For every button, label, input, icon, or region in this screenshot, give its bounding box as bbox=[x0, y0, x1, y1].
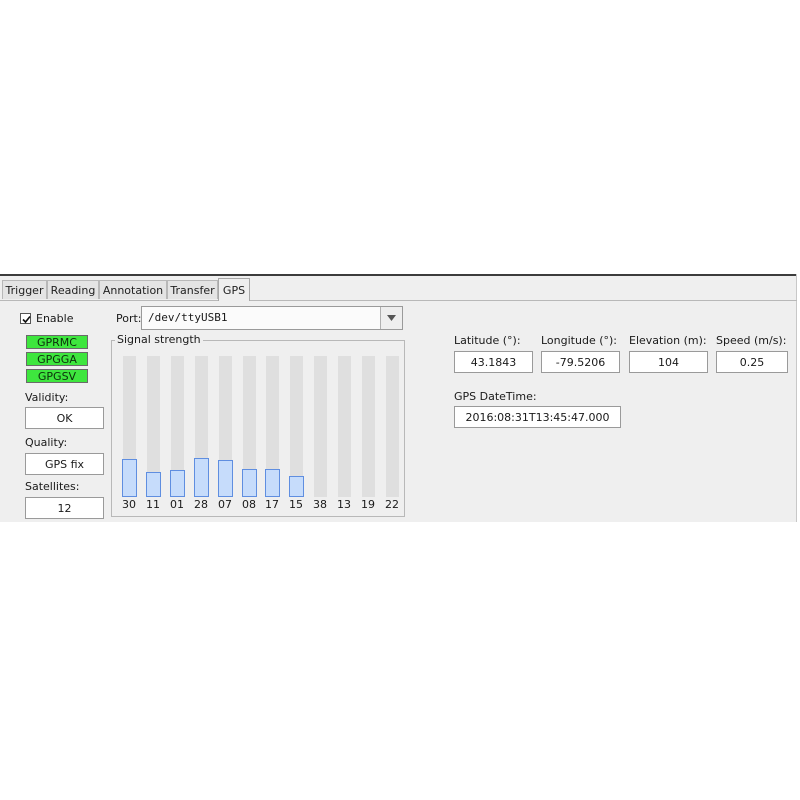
satellite-prn-label: 22 bbox=[385, 498, 399, 511]
tab-reading[interactable]: Reading bbox=[47, 280, 99, 299]
satellites-label: Satellites: bbox=[25, 480, 80, 493]
tab-panel-border bbox=[0, 300, 797, 301]
satellite-prn-label: 19 bbox=[361, 498, 375, 511]
tab-annotation[interactable]: Annotation bbox=[99, 280, 167, 299]
signal-bar bbox=[242, 469, 257, 497]
signal-bar bbox=[146, 472, 161, 497]
signal-bar bbox=[170, 470, 185, 497]
satellite-prn-label: 11 bbox=[146, 498, 160, 511]
satellite-prn-label: 13 bbox=[337, 498, 351, 511]
enable-label: Enable bbox=[36, 312, 74, 325]
signal-track bbox=[314, 356, 327, 497]
signal-bar bbox=[265, 469, 280, 497]
longitude-field: -79.5206 bbox=[541, 351, 620, 373]
elevation-field: 104 bbox=[629, 351, 708, 373]
window-top-border bbox=[0, 274, 797, 276]
gps-datetime-field: 2016:08:31T13:45:47.000 bbox=[454, 406, 621, 428]
elevation-label: Elevation (m): bbox=[629, 334, 707, 347]
tab-trigger[interactable]: Trigger bbox=[2, 280, 47, 299]
checkmark-icon bbox=[22, 315, 31, 324]
gps-datetime-label: GPS DateTime: bbox=[454, 390, 537, 403]
signal-bar bbox=[194, 458, 209, 497]
validity-label: Validity: bbox=[25, 391, 69, 404]
longitude-label: Longitude (°): bbox=[541, 334, 617, 347]
port-dropdown-button[interactable] bbox=[380, 307, 402, 329]
tab-transfer[interactable]: Transfer bbox=[167, 280, 218, 299]
satellite-prn-label: 08 bbox=[242, 498, 256, 511]
signal-strength-title: Signal strength bbox=[115, 333, 203, 346]
sentence-gpgsv-indicator: GPGSV bbox=[26, 369, 88, 383]
validity-field: OK bbox=[25, 407, 104, 429]
sentence-gprmc-indicator: GPRMC bbox=[26, 335, 88, 349]
signal-bar bbox=[218, 460, 233, 497]
satellites-field: 12 bbox=[25, 497, 104, 519]
quality-field: GPS fix bbox=[25, 453, 104, 475]
satellite-prn-label: 15 bbox=[289, 498, 303, 511]
port-combobox[interactable]: /dev/ttyUSB1 bbox=[141, 306, 403, 330]
latitude-field: 43.1843 bbox=[454, 351, 533, 373]
satellite-prn-label: 30 bbox=[122, 498, 136, 511]
sentence-gpgga-indicator: GPGGA bbox=[26, 352, 88, 366]
satellite-prn-label: 01 bbox=[170, 498, 184, 511]
signal-track bbox=[362, 356, 375, 497]
satellite-prn-label: 17 bbox=[265, 498, 279, 511]
chevron-down-icon bbox=[387, 315, 396, 321]
window-right-border bbox=[796, 274, 797, 522]
signal-bar bbox=[289, 476, 304, 497]
speed-label: Speed (m/s): bbox=[716, 334, 787, 347]
satellite-prn-label: 28 bbox=[194, 498, 208, 511]
enable-checkbox[interactable] bbox=[20, 313, 31, 324]
satellite-prn-label: 07 bbox=[218, 498, 232, 511]
speed-field: 0.25 bbox=[716, 351, 788, 373]
signal-track bbox=[386, 356, 399, 497]
signal-bar bbox=[122, 459, 137, 497]
quality-label: Quality: bbox=[25, 436, 68, 449]
tab-gps[interactable]: GPS bbox=[218, 278, 250, 301]
signal-track bbox=[338, 356, 351, 497]
satellite-prn-label: 38 bbox=[313, 498, 327, 511]
port-value: /dev/ttyUSB1 bbox=[148, 311, 228, 324]
port-label: Port: bbox=[116, 312, 142, 325]
latitude-label: Latitude (°): bbox=[454, 334, 521, 347]
